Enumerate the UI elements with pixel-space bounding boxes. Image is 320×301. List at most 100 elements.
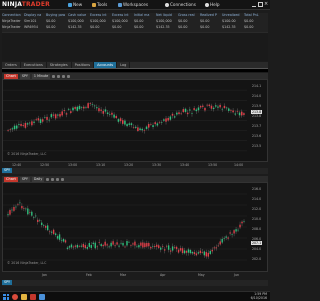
candle xyxy=(191,113,193,114)
properties-icon[interactable] xyxy=(61,177,65,181)
app-icon[interactable] xyxy=(39,293,45,300)
indicators-icon[interactable] xyxy=(57,74,61,78)
chart2-last-price: 207.1 xyxy=(251,241,263,245)
candle xyxy=(199,106,202,108)
candle xyxy=(59,114,61,117)
y-tick-label: 210.0 xyxy=(252,217,262,221)
candle xyxy=(233,230,235,234)
column-header: Gross real xyxy=(178,13,195,17)
chart1-panel[interactable]: © 2016 NinjaTrader, LLC 214.1 214.0 213.… xyxy=(2,79,268,162)
candle xyxy=(86,247,89,249)
strategies-icon[interactable] xyxy=(56,177,60,181)
candle xyxy=(50,231,53,233)
candle xyxy=(58,234,61,240)
indicators-icon[interactable] xyxy=(51,177,55,181)
windows-start-icon[interactable] xyxy=(3,293,9,300)
table-cell: $0.00 xyxy=(134,25,144,29)
candle xyxy=(186,112,189,115)
explorer-icon[interactable] xyxy=(21,293,27,300)
candle xyxy=(223,105,226,108)
candle xyxy=(148,242,150,247)
candle xyxy=(243,113,245,115)
y-tick-label: 213.5 xyxy=(252,144,262,148)
strategies-icon[interactable] xyxy=(62,74,66,78)
candle xyxy=(241,221,243,224)
candle xyxy=(234,113,237,115)
candle xyxy=(108,246,110,248)
candle xyxy=(209,250,211,254)
menu-connections[interactable]: Connections xyxy=(165,1,196,8)
candle xyxy=(183,250,186,254)
candle xyxy=(152,245,154,247)
chart1-instrument[interactable]: SPY xyxy=(19,73,30,79)
properties-icon[interactable] xyxy=(67,74,71,78)
chart2-subtab[interactable]: SPY xyxy=(2,280,13,285)
system-clock[interactable]: 1:59 PM 6/10/2016 xyxy=(251,292,267,301)
chart1-subtab-bar xyxy=(2,168,268,174)
table-row[interactable]: NinjaTrader Sim101 $0.00 $100,000 $100,000 $1… xyxy=(2,19,268,24)
drawing-tools-icon[interactable] xyxy=(52,74,56,78)
candle xyxy=(167,245,170,250)
candle xyxy=(229,232,231,234)
candle xyxy=(154,246,156,247)
candle xyxy=(56,236,59,239)
candle xyxy=(17,203,19,205)
chrome-icon[interactable] xyxy=(12,293,18,300)
candle xyxy=(215,105,217,107)
minimize-icon[interactable] xyxy=(252,2,256,7)
candle xyxy=(91,104,94,105)
candle xyxy=(100,109,102,111)
candle xyxy=(126,241,128,246)
table-cell: $100,000 xyxy=(68,19,84,23)
candle xyxy=(134,241,136,246)
menu-tools[interactable]: Tools xyxy=(92,1,107,8)
accounts-grid: Connection Display na Buying pow Cash value… xyxy=(2,13,268,32)
column-header: Connection xyxy=(2,13,21,17)
chart2-panel[interactable]: © 2016 NinjaTrader, LLC 216.0 214.0 212.… xyxy=(2,182,268,272)
table-cell: $142.35 xyxy=(222,25,236,29)
candle xyxy=(142,242,144,248)
menu-new[interactable]: New xyxy=(68,1,82,8)
candle xyxy=(175,246,178,250)
accounts-empty-area xyxy=(2,32,268,61)
chart1-subtab[interactable]: SPY xyxy=(2,168,13,173)
candle xyxy=(7,214,9,216)
candle xyxy=(185,250,188,253)
candle xyxy=(94,242,96,249)
candle xyxy=(144,243,146,248)
maximize-icon[interactable] xyxy=(258,2,263,7)
candle xyxy=(35,215,37,217)
chart2-interval[interactable]: Daily xyxy=(31,176,45,182)
candle xyxy=(41,222,43,226)
table-cell: $142.35 xyxy=(68,25,82,29)
x-tick-label: 13:10 xyxy=(96,163,106,167)
candle xyxy=(76,245,79,248)
x-tick-label: 13:50 xyxy=(208,163,218,167)
candle xyxy=(57,114,59,116)
candle xyxy=(115,116,118,119)
close-icon[interactable]: × xyxy=(264,1,268,7)
candle xyxy=(128,123,131,125)
menu-workspaces[interactable]: Workspaces xyxy=(118,1,148,8)
candle xyxy=(146,242,148,247)
column-header: Unrealized xyxy=(222,13,240,17)
table-row[interactable]: NinjaTrader WR6954 $0.00 $142.35 $0.00 $0.00 $… xyxy=(2,25,268,30)
ninjatrader-icon[interactable] xyxy=(30,293,36,300)
candle xyxy=(161,246,164,247)
chart1-interval[interactable]: 1 Minute xyxy=(31,73,51,79)
candle xyxy=(83,106,85,109)
candle xyxy=(139,128,141,130)
drawing-tools-icon[interactable] xyxy=(46,177,50,181)
candle xyxy=(178,112,180,115)
candle xyxy=(136,246,138,248)
candle xyxy=(124,120,126,125)
candle xyxy=(150,247,152,249)
candle xyxy=(158,245,160,248)
menu-help[interactable]: Help xyxy=(205,1,220,8)
candle xyxy=(219,241,221,245)
candle xyxy=(80,107,83,108)
candle xyxy=(11,209,13,211)
candle xyxy=(74,245,77,247)
x-tick-label: 13:30 xyxy=(152,163,162,167)
chart2-instrument[interactable]: SPY xyxy=(19,176,30,182)
